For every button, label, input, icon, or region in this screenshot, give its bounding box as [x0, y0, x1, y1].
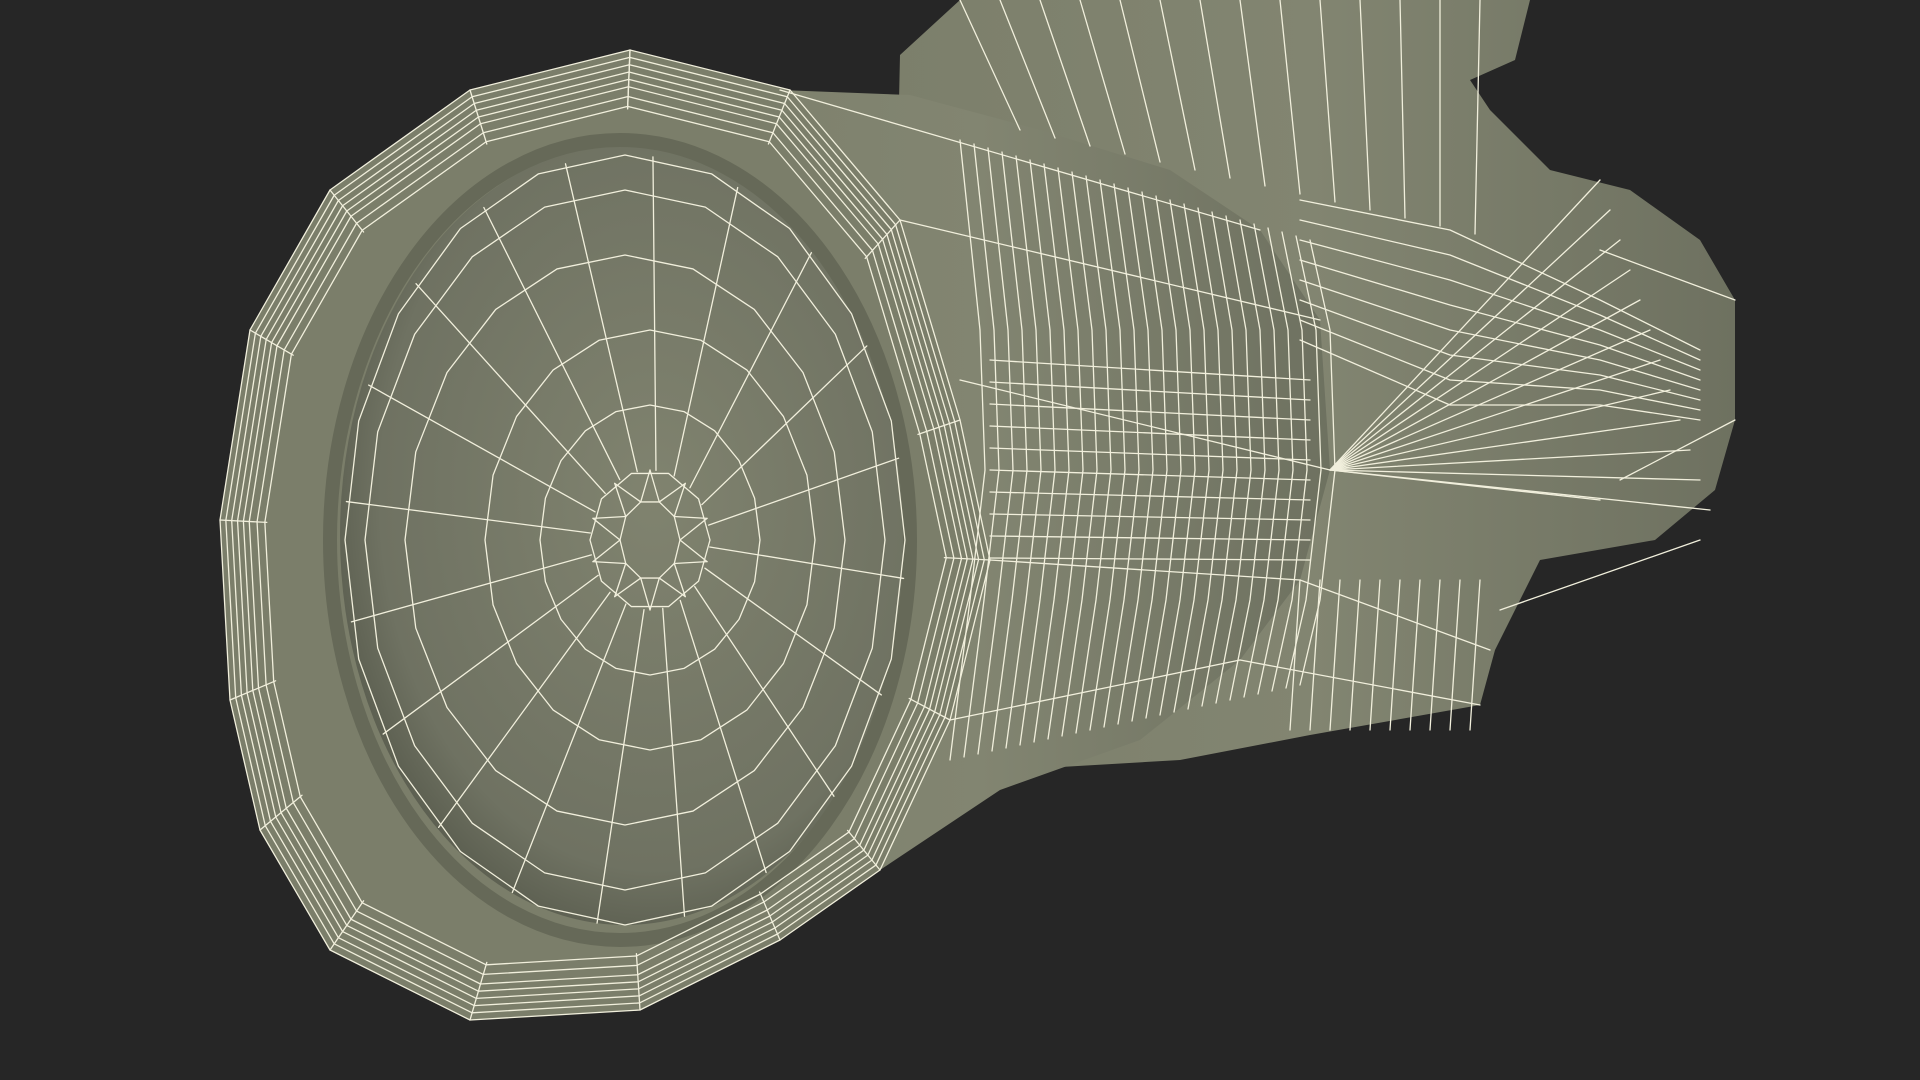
- wireframe-render-canvas: [0, 0, 1920, 1080]
